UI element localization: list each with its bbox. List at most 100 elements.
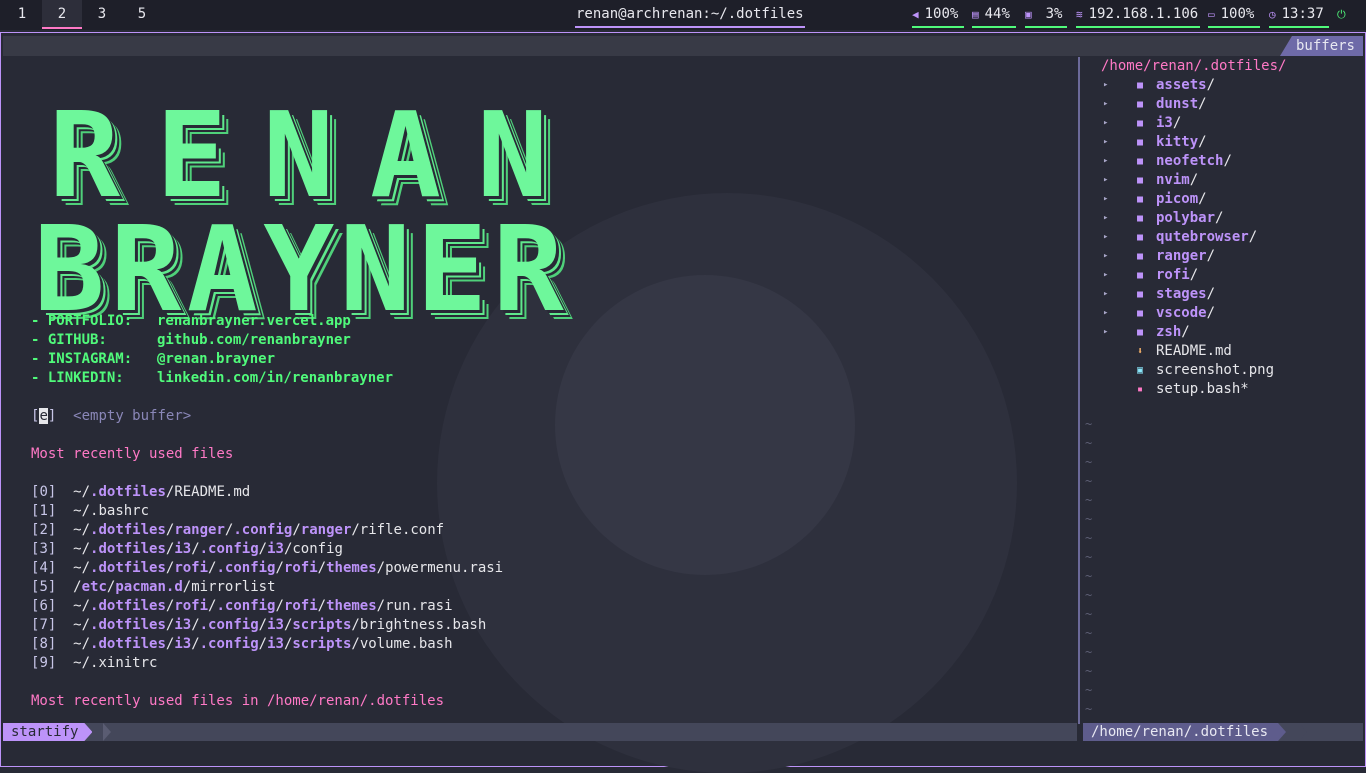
mru-entry[interactable]: [6] ~/.dotfiles/rofi/.config/rofi/themes… bbox=[31, 597, 453, 616]
dir-name: vscode bbox=[1156, 305, 1207, 321]
path-segment: ~/.bashrc bbox=[73, 503, 150, 519]
tree-dir[interactable]: ranger/ bbox=[1156, 247, 1215, 266]
path-segment: /run.rasi bbox=[376, 598, 453, 614]
volume-module[interactable]: ◀ 100% bbox=[912, 0, 964, 28]
workspace-2[interactable]: 2 bbox=[42, 0, 82, 29]
tree-root[interactable]: /home/renan/.dotfiles/ bbox=[1101, 57, 1286, 76]
expand-arrow-icon[interactable]: ▸ bbox=[1103, 190, 1108, 209]
tree-dir[interactable]: zsh/ bbox=[1156, 323, 1190, 342]
dir-name: assets bbox=[1156, 77, 1207, 93]
battery-value: 100% bbox=[1220, 6, 1255, 22]
mru-dir-heading: Most recently used files in /home/renan/… bbox=[31, 693, 445, 709]
banner-letter: N bbox=[262, 86, 335, 224]
tree-dir[interactable]: i3/ bbox=[1156, 114, 1181, 133]
tree-dir[interactable]: nvim/ bbox=[1156, 171, 1198, 190]
tree-dir[interactable]: qutebrowser/ bbox=[1156, 228, 1257, 247]
tree-file[interactable]: README.md bbox=[1156, 342, 1232, 361]
path-segment: rofi bbox=[174, 598, 209, 614]
mru-entry[interactable]: [1] ~/.bashrc bbox=[31, 502, 149, 521]
empty-buffer-entry[interactable]: [e] <empty buffer> bbox=[31, 407, 191, 426]
volume-value: 100% bbox=[924, 6, 959, 22]
expand-arrow-icon[interactable]: ▸ bbox=[1103, 114, 1108, 133]
empty-line-marker: ~ bbox=[1085, 417, 1093, 431]
tree-file[interactable]: screenshot.png bbox=[1156, 361, 1274, 380]
expand-arrow-icon[interactable]: ▸ bbox=[1103, 266, 1108, 285]
tree-dir[interactable]: dunst/ bbox=[1156, 95, 1207, 114]
mru-entry[interactable]: [0] ~/.dotfiles/README.md bbox=[31, 483, 250, 502]
network-module[interactable]: ≋ 192.168.1.106 bbox=[1076, 0, 1200, 28]
path-segment: .config bbox=[216, 598, 276, 614]
mru-entry[interactable]: [4] ~/.dotfiles/rofi/.config/rofi/themes… bbox=[31, 559, 503, 578]
mru-entry[interactable]: [7] ~/.dotfiles/i3/.config/i3/scripts/br… bbox=[31, 616, 486, 635]
mru-entry[interactable]: [5] /etc/pacman.d/mirrorlist bbox=[31, 578, 276, 597]
expand-arrow-icon[interactable]: ▸ bbox=[1103, 323, 1108, 342]
info-value[interactable]: linkedin.com/in/renanbrayner bbox=[157, 370, 393, 386]
info-value[interactable]: github.com/renanbrayner bbox=[157, 332, 351, 348]
tree-dir[interactable]: polybar/ bbox=[1156, 209, 1223, 228]
folder-icon: ■ bbox=[1137, 289, 1144, 300]
entry-index: 9 bbox=[39, 655, 48, 671]
entry-index: 6 bbox=[39, 598, 48, 614]
path-segment: ~/ bbox=[73, 636, 91, 652]
workspace-5[interactable]: 5 bbox=[122, 0, 162, 28]
workspace-3[interactable]: 3 bbox=[82, 0, 122, 28]
expand-arrow-icon[interactable]: ▸ bbox=[1103, 76, 1108, 95]
path-segment: .config bbox=[199, 617, 259, 633]
tree-dir[interactable]: kitty/ bbox=[1156, 133, 1207, 152]
pane-divider[interactable] bbox=[1078, 57, 1080, 724]
tree-dir[interactable]: picom/ bbox=[1156, 190, 1207, 209]
power-module[interactable]: ⏻ bbox=[1337, 0, 1351, 26]
file-tree-pane[interactable]: /home/renan/.dotfiles/ ▸ ■ assets/ ▸ ■ dunst/… bbox=[1081, 57, 1363, 721]
workspace-1[interactable]: 1 bbox=[2, 0, 42, 28]
startify-mode: startify bbox=[3, 723, 92, 741]
info-key: - PORTFOLIO: bbox=[31, 313, 133, 329]
dir-name: rofi bbox=[1156, 267, 1190, 283]
path-segment: / bbox=[258, 636, 268, 652]
memory-icon: ▤ bbox=[972, 8, 979, 21]
tree-dir[interactable]: stages/ bbox=[1156, 285, 1215, 304]
expand-arrow-icon[interactable]: ▸ bbox=[1103, 285, 1108, 304]
banner-letter: E bbox=[416, 200, 488, 338]
mru-entry[interactable]: [3] ~/.dotfiles/i3/.config/i3/config bbox=[31, 540, 343, 559]
tree-dir[interactable]: vscode/ bbox=[1156, 304, 1215, 323]
info-value[interactable]: renanbrayner.vercel.app bbox=[157, 313, 351, 329]
expand-arrow-icon[interactable]: ▸ bbox=[1103, 304, 1108, 323]
info-value[interactable]: @renan.brayner bbox=[157, 351, 275, 367]
expand-arrow-icon[interactable]: ▸ bbox=[1103, 228, 1108, 247]
banner-line-1: RENAN bbox=[31, 86, 566, 224]
tree-file[interactable]: setup.bash* bbox=[1156, 380, 1249, 399]
cpu-icon: ▣ bbox=[1025, 8, 1032, 21]
expand-arrow-icon[interactable]: ▸ bbox=[1103, 152, 1108, 171]
path-segment: ranger bbox=[300, 522, 352, 538]
empty-line-marker: ~ bbox=[1085, 683, 1093, 697]
expand-arrow-icon[interactable]: ▸ bbox=[1103, 95, 1108, 114]
expand-arrow-icon[interactable]: ▸ bbox=[1103, 209, 1108, 228]
entry-key: e bbox=[39, 408, 48, 424]
path-segment: themes bbox=[326, 560, 377, 576]
mru-entry[interactable]: [8] ~/.dotfiles/i3/.config/i3/scripts/vo… bbox=[31, 635, 453, 654]
path-segment: / bbox=[191, 617, 200, 633]
expand-arrow-icon[interactable]: ▸ bbox=[1103, 133, 1108, 152]
expand-arrow-icon[interactable]: ▸ bbox=[1103, 171, 1108, 190]
info-line: - INSTAGRAM: @renan.brayner bbox=[31, 350, 275, 369]
path-segment: rofi bbox=[174, 560, 209, 576]
info-key: - INSTAGRAM: bbox=[31, 351, 133, 367]
folder-icon: ■ bbox=[1137, 308, 1144, 319]
battery-icon: ▭ bbox=[1208, 8, 1215, 21]
image-icon: ▣ bbox=[1137, 365, 1144, 376]
tabline: buffers bbox=[3, 36, 1363, 56]
expand-arrow-icon[interactable]: ▸ bbox=[1103, 247, 1108, 266]
tree-dir[interactable]: assets/ bbox=[1156, 76, 1215, 95]
mru-entry[interactable]: [2] ~/.dotfiles/ranger/.config/ranger/ri… bbox=[31, 521, 444, 540]
startify-pane[interactable]: RENAN BRAYNER - PORTFOLIO: renanbrayner.v… bbox=[3, 58, 1075, 720]
empty-line-marker: ~ bbox=[1085, 569, 1093, 583]
mru-entry[interactable]: [9] ~/.xinitrc bbox=[31, 654, 157, 673]
path-segment: .config bbox=[233, 522, 293, 538]
path-segment: .dotfiles bbox=[90, 484, 166, 500]
buffers-label[interactable]: buffers bbox=[1279, 36, 1363, 56]
tree-dir[interactable]: rofi/ bbox=[1156, 266, 1198, 285]
dir-name: zsh bbox=[1156, 324, 1182, 340]
terminal-window: buffers RENAN BRAYNER - PORTFOLIO: renanb… bbox=[0, 32, 1366, 773]
memory-value: 44% bbox=[984, 6, 1010, 22]
tree-dir[interactable]: neofetch/ bbox=[1156, 152, 1232, 171]
